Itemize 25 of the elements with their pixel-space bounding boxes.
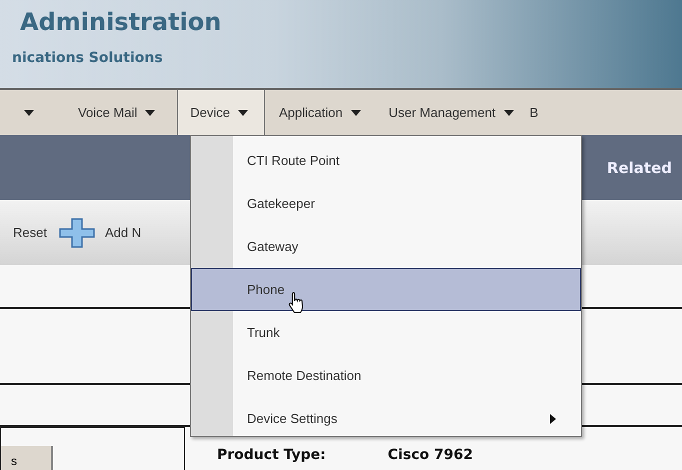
menu-item[interactable]: Gatekeeper: [191, 182, 581, 225]
menu-item[interactable]: Device Settings: [191, 397, 581, 440]
menu-item[interactable]: Device: [177, 90, 265, 135]
caret-icon: [24, 110, 34, 116]
field-value: Cisco 7962: [388, 447, 473, 465]
caret-icon: [238, 110, 248, 116]
menu-item[interactable]: Phone: [191, 268, 581, 311]
caret-icon: [504, 110, 514, 116]
section-heading: Related: [606, 158, 672, 176]
tab[interactable]: s: [1, 446, 53, 470]
caret-icon: [350, 110, 361, 116]
app-title: Administration: [20, 8, 222, 36]
toolbar-button[interactable]: Reset: [13, 225, 47, 240]
menu-item[interactable]: User Management: [374, 90, 528, 135]
menu-item[interactable]: Gateway: [191, 225, 581, 268]
caret-icon: [145, 110, 156, 116]
menu-item[interactable]: B: [528, 90, 538, 135]
menu-item[interactable]: Remote Destination: [191, 354, 581, 397]
menu-item[interactable]: Application: [265, 90, 375, 135]
field-label: Product Type:: [217, 447, 326, 465]
app-subtitle: nications Solutions: [12, 50, 164, 66]
menu-item[interactable]: CTI Route Point: [191, 139, 581, 182]
toolbar-button[interactable]: Add N: [104, 225, 142, 240]
menu-item[interactable]: Voice Mail: [64, 90, 170, 135]
menu-item[interactable]: Trunk: [191, 311, 581, 354]
